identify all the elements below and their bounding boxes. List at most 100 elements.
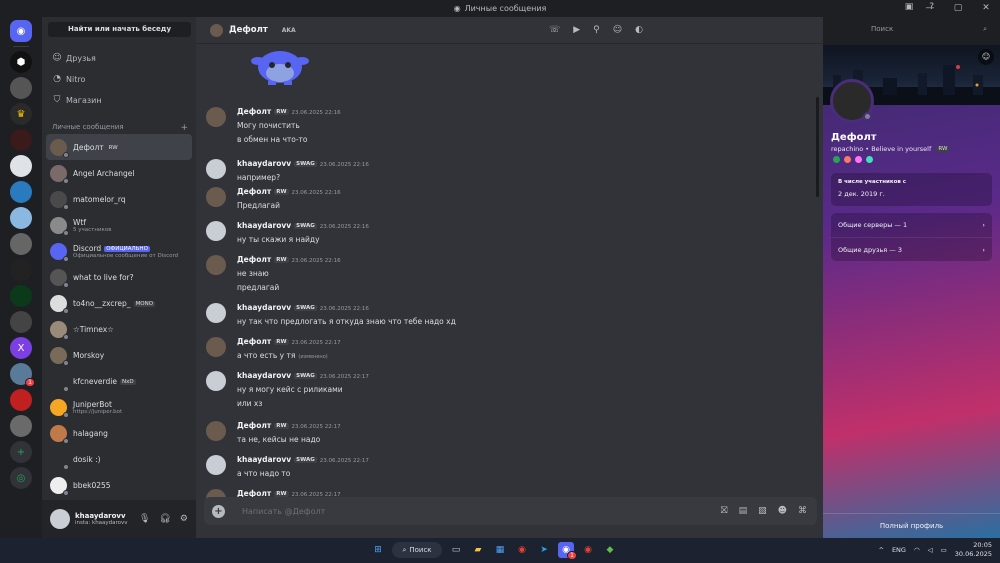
emoji-icon[interactable]: ☻: [778, 506, 787, 516]
message-avatar[interactable]: [206, 455, 226, 475]
message[interactable]: Дефолт RW 23.06.2025 22:17 а что есть у тя(…: [206, 337, 796, 365]
message-author[interactable]: Дефолт: [237, 337, 271, 346]
add-server-icon[interactable]: +: [10, 441, 32, 463]
search-input[interactable]: Поиск ⌕: [866, 22, 992, 37]
message-avatar[interactable]: [206, 187, 226, 207]
file-explorer-icon[interactable]: ▰: [470, 542, 486, 558]
message-avatar[interactable]: [206, 337, 226, 357]
message[interactable]: khaaydarovv SWAG 23.06.2025 22:17 а что над…: [206, 455, 796, 483]
nav-shop[interactable]: ⛉ Магазин: [48, 91, 191, 109]
inbox-icon[interactable]: ▣: [905, 2, 914, 12]
add-friends-icon[interactable]: ☺: [613, 25, 622, 35]
badge-icon[interactable]: [833, 156, 840, 163]
dm-item[interactable]: Morskoy: [46, 342, 192, 368]
voice-call-icon[interactable]: ☏: [549, 25, 560, 35]
nav-nitro[interactable]: ◔ Nitro: [48, 70, 191, 88]
gif-icon[interactable]: ▤: [739, 506, 748, 516]
dm-item[interactable]: Дефолт RW: [46, 134, 192, 160]
full-profile-link[interactable]: Полный профиль: [823, 513, 1000, 530]
server-icon[interactable]: [10, 77, 32, 99]
server-folder-icon[interactable]: 1: [10, 363, 35, 387]
message[interactable]: Дефолт RW 23.06.2025 22:17 та не, кейсы не …: [206, 421, 796, 449]
dm-item[interactable]: halagang: [46, 420, 192, 446]
server-icon[interactable]: [10, 207, 32, 229]
server-icon[interactable]: ⬢: [10, 51, 32, 73]
message-input[interactable]: Написать @Дефолт: [242, 507, 325, 516]
mutual-friends-row[interactable]: Общие друзья — 3 ›: [831, 237, 992, 261]
message-author[interactable]: khaaydarovv: [237, 303, 291, 312]
message-avatar[interactable]: [206, 371, 226, 391]
minimize-button[interactable]: —: [916, 0, 944, 17]
dm-item[interactable]: what to live for?: [46, 264, 192, 290]
nav-friends[interactable]: ☺ Друзья: [48, 49, 191, 67]
message[interactable]: Дефолт RW 23.06.2025 22:16 Могу почистить в …: [206, 107, 796, 149]
wifi-icon[interactable]: ◠: [914, 546, 920, 554]
message[interactable]: khaaydarovv SWAG 23.06.2025 22:16 ну так чт…: [206, 303, 796, 331]
message-avatar[interactable]: [206, 107, 226, 127]
mutual-servers-row[interactable]: Общие серверы — 1 ›: [831, 213, 992, 237]
user-avatar[interactable]: [50, 509, 70, 529]
message-avatar[interactable]: [206, 221, 226, 241]
dm-item[interactable]: matomelor_rq: [46, 186, 192, 212]
discord-taskbar-icon[interactable]: ◉ 1: [558, 542, 577, 560]
home-button[interactable]: ◉: [10, 20, 32, 42]
message-composer[interactable]: + Написать @Дефолт ⛝ ▤ ▧ ☻ ⌘: [204, 497, 817, 525]
close-button[interactable]: ✕: [972, 0, 1000, 17]
message-avatar[interactable]: [206, 255, 226, 275]
message-author[interactable]: khaaydarovv: [237, 221, 291, 230]
dm-item[interactable]: to4no__zxcrep_ MONO: [46, 290, 192, 316]
badge-icon[interactable]: [866, 156, 873, 163]
message[interactable]: khaaydarovv SWAG 23.06.2025 22:16 например?: [206, 159, 796, 187]
dm-item[interactable]: bbek0255: [46, 472, 192, 498]
dm-item[interactable]: ☆Timnex☆: [46, 316, 192, 342]
dm-item[interactable]: kfcneverdie NxD: [46, 368, 192, 394]
server-icon[interactable]: [10, 389, 32, 411]
message-author[interactable]: khaaydarovv: [237, 371, 291, 380]
microphone-icon[interactable]: 🎙︎: [139, 514, 150, 524]
server-icon[interactable]: [10, 285, 32, 307]
message[interactable]: khaaydarovv SWAG 23.06.2025 22:16 ну ты ска…: [206, 221, 796, 249]
user-profile-icon[interactable]: ◐: [635, 25, 643, 35]
maximize-button[interactable]: ▢: [944, 0, 972, 17]
chevron-up-icon[interactable]: ^: [878, 546, 883, 554]
aka-label[interactable]: AKA: [282, 27, 296, 34]
message-author[interactable]: Дефолт: [237, 187, 271, 196]
explore-icon[interactable]: ◎: [10, 467, 32, 489]
chrome-icon[interactable]: ◉: [514, 542, 530, 558]
attach-plus-icon[interactable]: +: [212, 504, 225, 518]
server-icon[interactable]: [10, 181, 32, 203]
chrome-icon[interactable]: ◉: [580, 542, 596, 558]
message-author[interactable]: khaaydarovv: [237, 159, 291, 168]
language-indicator[interactable]: ENG: [892, 546, 906, 554]
x-server-icon[interactable]: X: [10, 337, 32, 359]
dm-item[interactable]: Angel Archangel: [46, 160, 192, 186]
edit-profile-icon[interactable]: ☺: [978, 49, 994, 65]
message-author[interactable]: khaaydarovv: [237, 455, 291, 464]
message-avatar[interactable]: [206, 421, 226, 441]
video-call-icon[interactable]: ▶: [573, 25, 580, 35]
windows-start-icon[interactable]: ⊞: [370, 542, 386, 558]
crown-server-icon[interactable]: ♛: [10, 103, 32, 125]
sticker-icon[interactable]: ▧: [758, 506, 767, 516]
dm-item[interactable]: JuniperBot https://juniper.bot: [46, 394, 192, 420]
chat-avatar[interactable]: [210, 23, 223, 37]
message[interactable]: Дефолт RW 23.06.2025 22:16 Предлагай: [206, 187, 796, 215]
server-icon[interactable]: [10, 311, 32, 333]
scrollbar[interactable]: [816, 97, 819, 197]
message-avatar[interactable]: [206, 303, 226, 323]
new-dm-plus-icon[interactable]: +: [180, 123, 188, 133]
activities-icon[interactable]: ⌘: [798, 506, 807, 516]
badge-icon[interactable]: [844, 156, 851, 163]
minecraft-icon[interactable]: ◆: [602, 542, 618, 558]
server-icon[interactable]: [10, 233, 32, 255]
task-view-icon[interactable]: ▭: [448, 542, 464, 558]
dm-item[interactable]: Discord ОФИЦИАЛЬНО Официальное сообщение о…: [46, 238, 192, 264]
profile-avatar[interactable]: [830, 79, 874, 123]
find-conversation-button[interactable]: Найти или начать беседу: [48, 22, 191, 37]
taskbar-search[interactable]: ⌕ Поиск: [392, 542, 442, 558]
message-author[interactable]: Дефолт: [237, 255, 271, 264]
server-icon[interactable]: [10, 129, 32, 151]
message[interactable]: Дефолт RW 23.06.2025 22:16 не знаю предлагай: [206, 255, 796, 297]
message-author[interactable]: Дефолт: [237, 421, 271, 430]
badge-icon[interactable]: [855, 156, 862, 163]
